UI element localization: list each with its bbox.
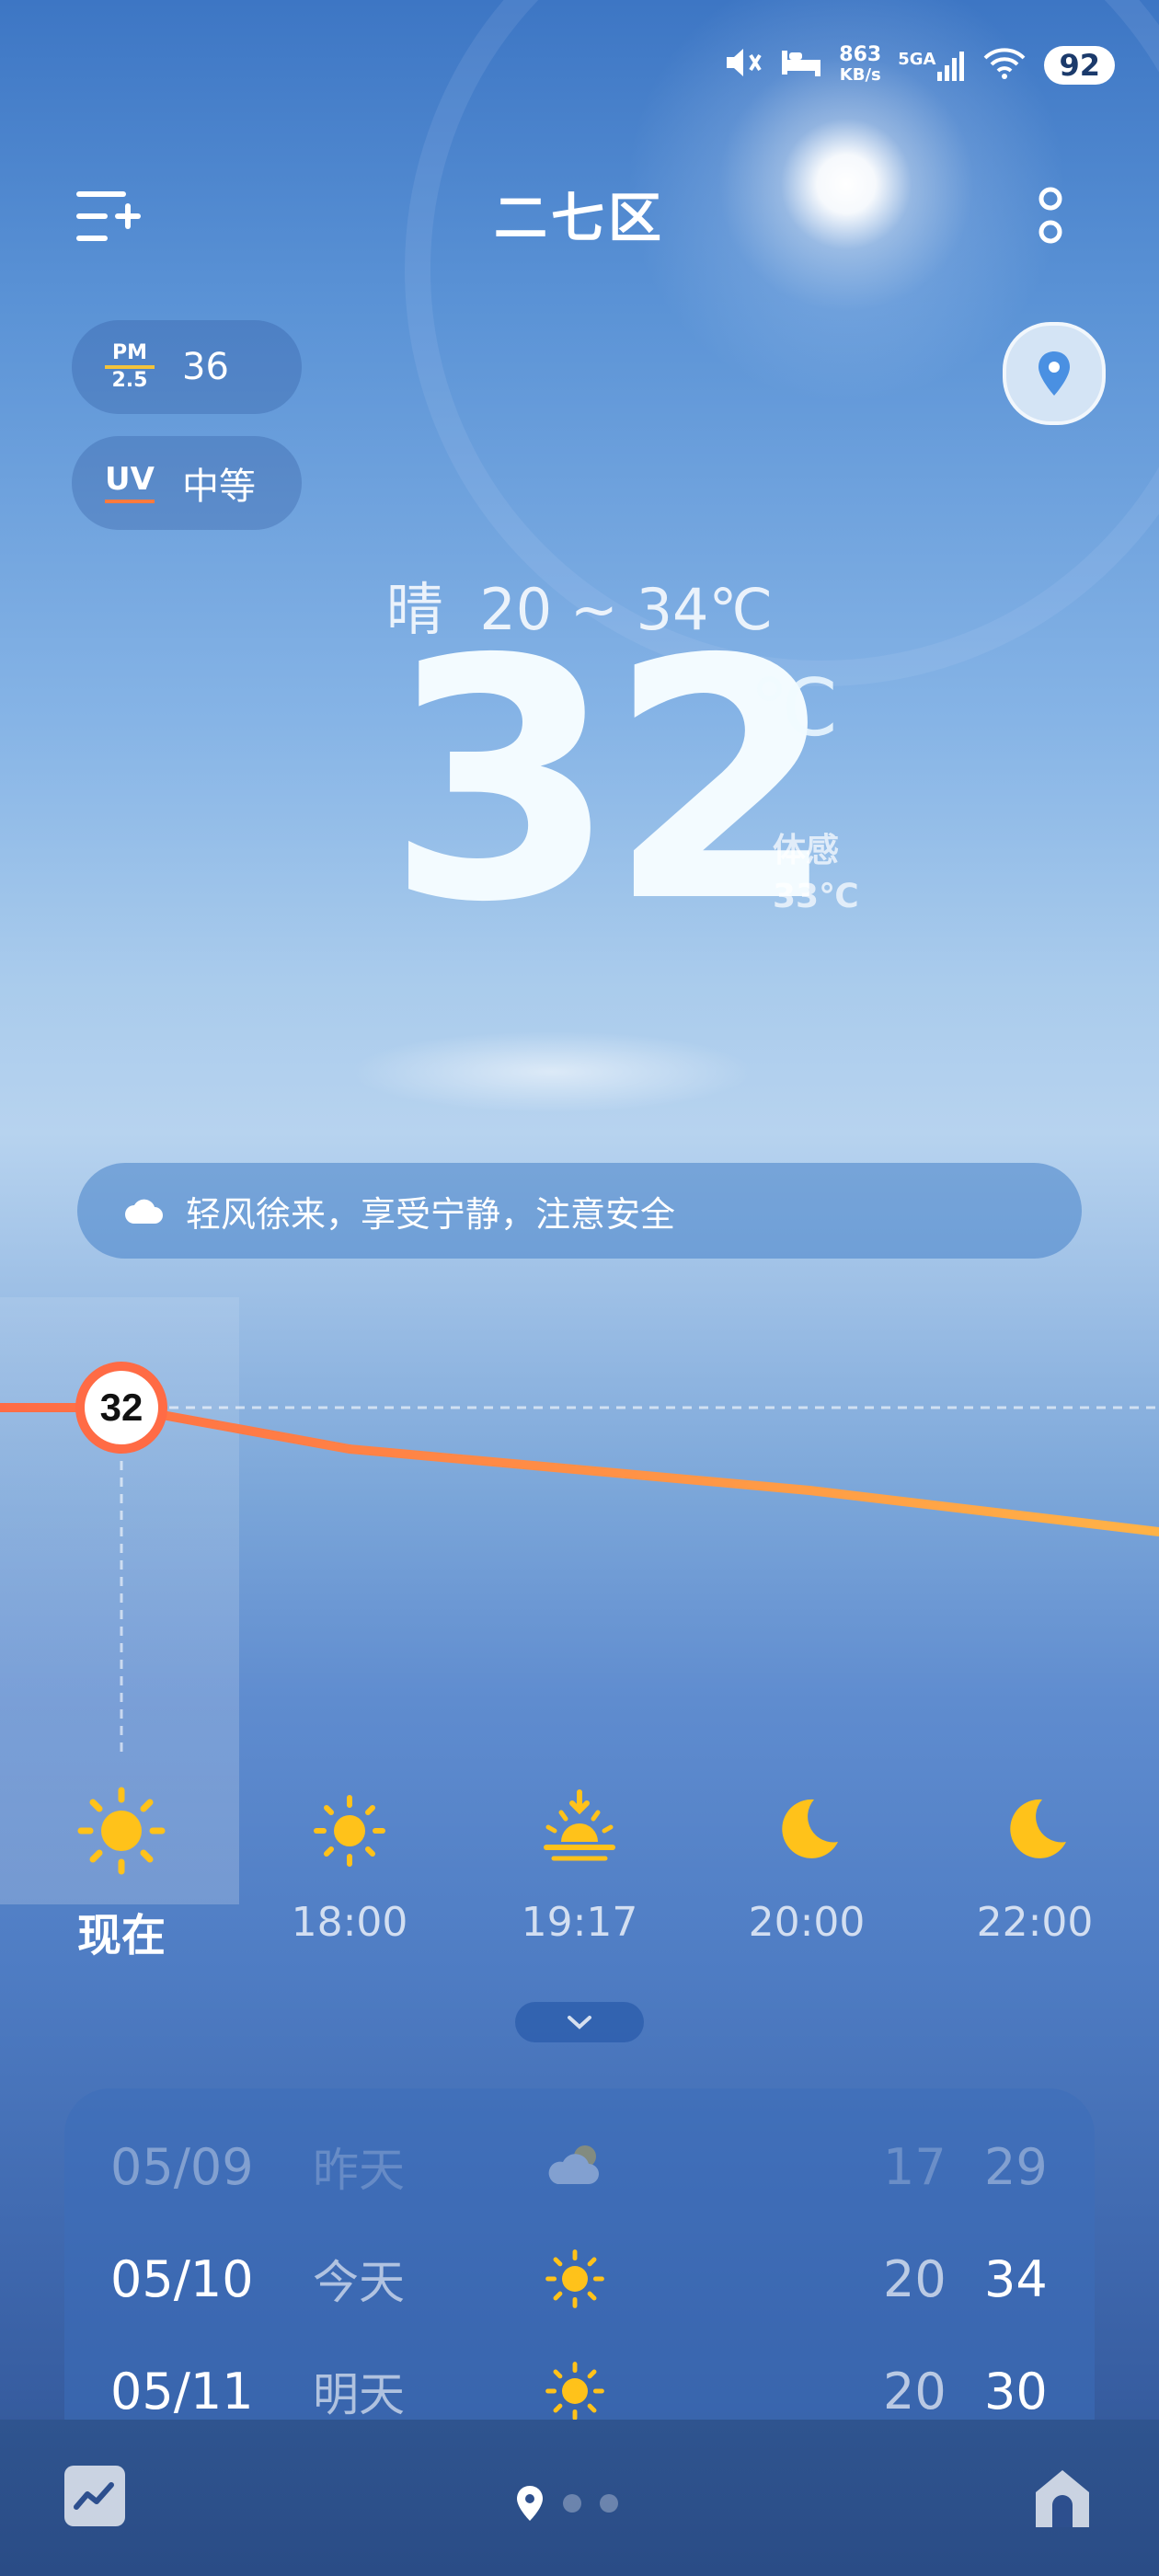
net-speed-unit: KB/s <box>839 65 881 85</box>
hour-item[interactable]: 22:00 <box>961 1785 1108 1946</box>
moon-icon <box>1010 1799 1066 1858</box>
temp-curve <box>0 1403 1159 1536</box>
uv-value: 中等 <box>182 466 256 508</box>
network-label: 5GA <box>898 50 936 69</box>
horizon-shine <box>350 1030 754 1113</box>
daily-low: 17 <box>883 2137 947 2196</box>
uv-badge: UV <box>105 463 155 503</box>
hourly-temp-chart: 32 <box>0 1362 1159 1757</box>
page-indicator[interactable] <box>515 2484 618 2523</box>
cloudy-icon <box>548 2145 599 2184</box>
now-marker-label: 32 <box>100 1386 143 1429</box>
hour-label: 现在 <box>76 1910 166 1961</box>
cloud-icon <box>125 1199 163 1224</box>
sun-icon <box>77 1787 166 1875</box>
hour-item-now[interactable]: 现在 <box>48 1785 195 1963</box>
location-pin-icon <box>1039 351 1070 396</box>
daily-high: 29 <box>984 2137 1048 2196</box>
daily-day: 明天 <box>313 2368 405 2420</box>
map-button[interactable] <box>1003 322 1106 425</box>
uv-pill[interactable]: UV 中等 <box>72 436 302 530</box>
feels-label: 体感 <box>773 832 840 869</box>
hourly-forecast[interactable]: 现在 18:00 19:17 20:00 22:00 <box>0 1785 1159 1969</box>
daily-low: 20 <box>883 2362 947 2421</box>
daily-day: 今天 <box>313 2256 405 2309</box>
daily-row[interactable]: 05/11 明天 20 30 <box>64 2340 1095 2420</box>
home-button[interactable] <box>1032 2466 1093 2530</box>
daily-row[interactable]: 05/10 今天 20 34 <box>64 2228 1095 2329</box>
battery-badge: 92 <box>1044 46 1115 85</box>
daily-date: 05/10 <box>110 2249 254 2308</box>
net-speed-value: 863 <box>839 43 882 66</box>
more-icon <box>1039 187 1062 244</box>
daily-high: 34 <box>984 2249 1048 2308</box>
tip-text: 轻风徐来，享受宁静，注意安全 <box>186 1193 676 1235</box>
hour-label: 19:17 <box>521 1899 638 1946</box>
sun-icon <box>314 1795 385 1867</box>
signal-icon: 5GA <box>898 50 965 81</box>
sun-icon <box>545 2362 604 2420</box>
pm-label-bottom: 2.5 <box>111 369 148 392</box>
sun-icon <box>545 2249 604 2308</box>
chevron-down-icon <box>568 2016 591 2030</box>
more-options-button[interactable] <box>1030 184 1071 248</box>
daily-forecast[interactable]: 05/09 昨天 17 29 05/10 今天 20 34 05/11 明天 2… <box>64 2088 1095 2420</box>
daily-high: 30 <box>984 2362 1048 2421</box>
home-icon <box>1036 2470 1089 2527</box>
trend-button[interactable] <box>64 2466 125 2526</box>
daily-row[interactable]: 05/09 昨天 17 29 <box>64 2116 1095 2217</box>
trend-chart-icon <box>74 2482 114 2510</box>
pm-label-top: PM <box>111 341 148 364</box>
city-title: 二七区 <box>493 187 665 249</box>
pm25-pill[interactable]: PM 2.5 36 <box>72 320 302 414</box>
sleep-mode-icon <box>780 47 822 84</box>
temp-unit: ℃ <box>750 662 839 754</box>
moon-icon <box>782 1799 838 1858</box>
location-page-icon <box>517 2486 543 2521</box>
expand-button[interactable] <box>515 2002 644 2042</box>
daily-day: 昨天 <box>313 2144 405 2197</box>
weather-screen: 863 KB/s 5GA 92 二七区 PM 2.5 36 UV 中等 晴 20… <box>0 0 1159 2576</box>
hour-label: 18:00 <box>291 1899 408 1946</box>
sunset-icon <box>544 1789 615 1861</box>
daily-date: 05/11 <box>110 2362 254 2421</box>
pm25-value: 36 <box>182 346 229 388</box>
mute-icon <box>723 44 763 86</box>
weather-tip[interactable]: 轻风徐来，享受宁静，注意安全 <box>77 1163 1082 1259</box>
hour-item[interactable]: 18:00 <box>276 1785 423 1946</box>
status-bar: 863 KB/s 5GA 92 <box>723 44 1115 86</box>
hour-item[interactable]: 20:00 <box>733 1785 880 1946</box>
daily-date: 05/09 <box>110 2137 254 2196</box>
hour-label: 20:00 <box>748 1899 866 1946</box>
feels-like: 体感 33℃ <box>773 828 859 920</box>
page-dot[interactable] <box>563 2494 581 2513</box>
hour-item[interactable]: 19:17 <box>506 1785 653 1946</box>
feels-value: 33℃ <box>773 878 859 915</box>
wifi-icon <box>981 45 1027 86</box>
pm25-badge: PM 2.5 <box>105 343 155 391</box>
hour-label: 22:00 <box>976 1899 1094 1946</box>
page-dot[interactable] <box>600 2494 618 2513</box>
daily-low: 20 <box>883 2249 947 2308</box>
uv-label: UV <box>105 461 155 498</box>
net-speed: 863 KB/s <box>839 45 881 86</box>
